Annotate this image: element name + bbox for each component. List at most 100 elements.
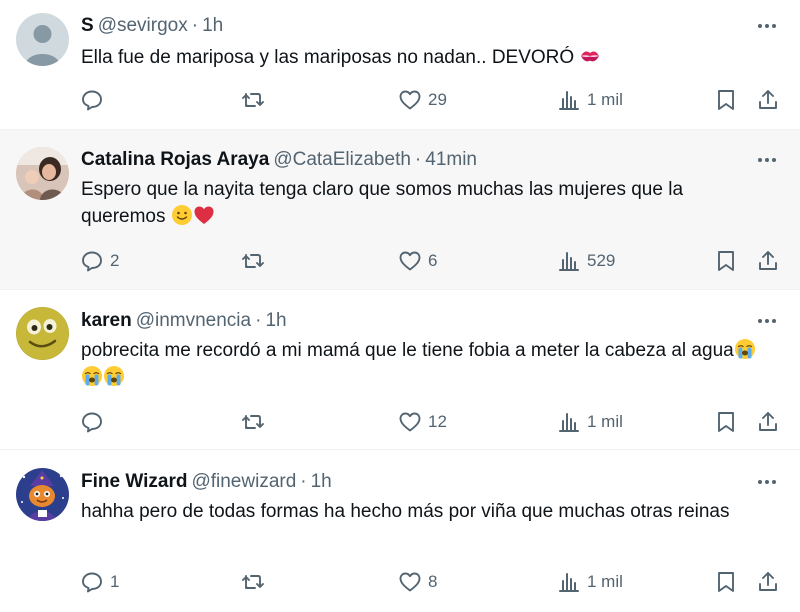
loudly-crying-face-icon xyxy=(734,338,756,360)
author-handle[interactable]: @inmvnencia xyxy=(136,310,251,331)
retweet-icon xyxy=(242,93,264,107)
more-options-button[interactable] xyxy=(756,15,778,37)
reply-button[interactable] xyxy=(80,86,110,114)
bookmark-button[interactable] xyxy=(714,86,738,114)
more-options-button[interactable] xyxy=(756,310,778,332)
bookmark-button[interactable] xyxy=(714,408,738,436)
view-count: 1 mil xyxy=(587,412,623,431)
more-options-button[interactable] xyxy=(756,149,778,171)
heart-icon xyxy=(399,572,421,592)
reply-icon xyxy=(82,572,102,593)
tweet-actions: 29 1 mil xyxy=(0,86,800,114)
views-button[interactable]: 1 mil xyxy=(557,408,623,436)
tweet-text-content: hahha pero de todas formas ha hecho más … xyxy=(81,501,730,522)
author-name[interactable]: S xyxy=(81,15,94,36)
separator: · xyxy=(191,15,199,36)
retweet-button[interactable] xyxy=(241,568,271,596)
reply-icon xyxy=(82,412,102,433)
avatar[interactable] xyxy=(16,13,69,66)
like-button[interactable]: 6 xyxy=(398,247,437,275)
smiley-avatar-icon xyxy=(16,307,69,360)
tweet-text: hahha pero de todas formas ha hecho más … xyxy=(81,498,771,525)
views-icon xyxy=(559,91,579,110)
tweet-header: Catalina Rojas Araya @CataElizabeth · 41min xyxy=(81,148,477,172)
tweet-actions: 2 6 529 xyxy=(0,247,800,275)
author-name[interactable]: karen xyxy=(81,310,132,331)
retweet-button[interactable] xyxy=(241,247,271,275)
timestamp[interactable]: 1h xyxy=(202,15,223,36)
avatar[interactable] xyxy=(16,468,69,521)
tweet[interactable]: S @sevirgox · 1h Ella fue de mariposa y las… xyxy=(0,0,800,130)
author-name[interactable]: Fine Wizard xyxy=(81,471,187,492)
reply-icon xyxy=(82,90,102,111)
default-avatar-icon xyxy=(16,13,69,66)
like-button[interactable]: 29 xyxy=(398,86,447,114)
reply-button[interactable]: 2 xyxy=(80,247,119,275)
separator: · xyxy=(414,149,422,170)
bookmark-icon xyxy=(718,412,734,432)
views-button[interactable]: 1 mil xyxy=(557,568,623,596)
author-handle[interactable]: @CataElizabeth xyxy=(273,149,411,170)
share-button[interactable] xyxy=(756,86,780,114)
views-icon xyxy=(559,413,579,432)
share-icon xyxy=(759,412,777,431)
timestamp[interactable]: 1h xyxy=(265,310,286,331)
share-icon xyxy=(759,251,777,270)
like-button[interactable]: 8 xyxy=(398,568,437,596)
timestamp[interactable]: 41min xyxy=(425,149,477,170)
share-icon xyxy=(759,90,777,109)
bookmark-button[interactable] xyxy=(714,247,738,275)
reply-icon xyxy=(82,251,102,272)
separator: · xyxy=(300,471,307,492)
tweet-header: karen @inmvnencia · 1h xyxy=(81,309,287,333)
views-button[interactable]: 529 xyxy=(557,247,615,275)
heart-icon xyxy=(399,90,421,110)
share-button[interactable] xyxy=(756,247,780,275)
retweet-button[interactable] xyxy=(241,408,271,436)
author-name[interactable]: Catalina Rojas Araya xyxy=(81,149,269,170)
view-count: 1 mil xyxy=(587,572,623,591)
like-count: 6 xyxy=(428,251,438,270)
bookmark-button[interactable] xyxy=(714,568,738,596)
tweet-text: pobrecita me recordó a mi mamá que le ti… xyxy=(81,337,771,391)
tweet[interactable]: Catalina Rojas Araya @CataElizabeth · 41min… xyxy=(0,130,800,290)
share-button[interactable] xyxy=(756,408,780,436)
loudly-crying-face-icon xyxy=(103,365,125,387)
more-icon xyxy=(758,24,776,28)
like-count: 29 xyxy=(428,90,447,109)
kiss-mark-icon xyxy=(579,45,601,67)
tweet-text: Espero que la nayita tenga claro que som… xyxy=(81,176,771,230)
tweet[interactable]: karen @inmvnencia · 1h pobrecita me recordó… xyxy=(0,290,800,450)
bookmark-icon xyxy=(718,572,734,592)
tweet-header: S @sevirgox · 1h xyxy=(81,14,223,38)
views-icon xyxy=(559,252,579,271)
red-heart-icon xyxy=(193,204,215,226)
view-count: 529 xyxy=(587,251,616,270)
tweet-text: Ella fue de mariposa y las mariposas no … xyxy=(81,44,771,71)
retweet-button[interactable] xyxy=(241,86,271,114)
reply-button[interactable]: 1 xyxy=(80,568,119,596)
avatar[interactable] xyxy=(16,307,69,360)
tweet-text-content: pobrecita me recordó a mi mamá que le ti… xyxy=(81,340,734,361)
like-button[interactable]: 12 xyxy=(398,408,447,436)
timestamp[interactable]: 1h xyxy=(311,471,332,492)
more-options-button[interactable] xyxy=(756,471,778,493)
author-handle[interactable]: @finewizard xyxy=(191,471,296,492)
tweet-actions: 1 8 1 mil xyxy=(0,568,800,596)
share-button[interactable] xyxy=(756,568,780,596)
tweet[interactable]: Fine Wizard @finewizard · 1h hahha pero de … xyxy=(0,450,800,612)
more-icon xyxy=(758,158,776,162)
more-icon xyxy=(758,480,776,484)
tweet-header: Fine Wizard @finewizard · 1h xyxy=(81,470,332,494)
reply-button[interactable] xyxy=(80,408,110,436)
views-button[interactable]: 1 mil xyxy=(557,86,623,114)
like-count: 8 xyxy=(428,572,438,591)
avatar[interactable] xyxy=(16,147,69,200)
bookmark-icon xyxy=(718,251,734,271)
reply-count: 2 xyxy=(110,251,120,270)
author-handle[interactable]: @sevirgox xyxy=(98,15,188,36)
more-icon xyxy=(758,319,776,323)
retweet-icon xyxy=(242,254,264,268)
tweet-actions: 12 1 mil xyxy=(0,408,800,436)
heart-icon xyxy=(399,412,421,432)
